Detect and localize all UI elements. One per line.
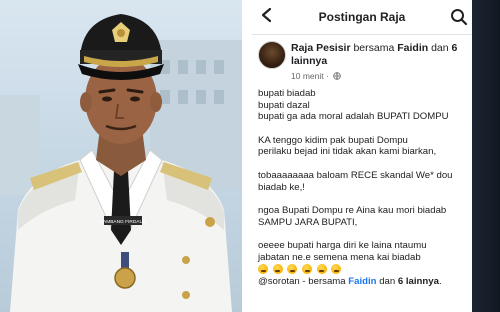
post-line: SAMPU JARA BUPATI, [258,216,358,228]
post-line: perilaku bejad ini tidak akan kami biark… [258,146,437,158]
post-paragraph-2: KA tenggo kidim pak bupati Dompu perilak… [258,135,472,158]
name-tag-text: BAMBANG FIRDAUS [100,219,146,225]
panel-divider [242,0,252,312]
page-title: Postingan Raja [318,10,406,24]
official-portrait-photo: BAMBANG FIRDAUS [0,0,242,312]
post-time[interactable]: 10 menit [291,71,324,81]
uniform-button-icon [205,217,215,227]
top-app-bar: Postingan Raja [252,0,472,35]
footer-others-link[interactable]: 6 lainnya [398,276,439,287]
post-meta: 10 menit · [291,71,341,81]
angry-face-emoji-icon [316,264,327,274]
angry-face-emoji-icon [331,264,342,274]
facebook-post-screen: Postingan Raja Raja Pesisir bersama Faid… [252,0,500,312]
author-name-link[interactable]: Raja Pesisir [291,42,351,54]
post-text: bupati biadab bupati dazal bupati ga ada… [258,88,472,287]
footer-separator: - bersama [299,275,349,287]
post-author-line: Raja Pesisir bersama Faidin dan 6 lainny… [291,42,469,68]
post-line: bupati ga ada moral adalah BUPATI DOMPU [258,111,449,123]
post-header: Raja Pesisir bersama Faidin dan 6 lainny… [252,36,472,86]
emoji-row [258,264,472,276]
search-icon [451,9,468,26]
angry-face-emoji-icon [258,264,268,274]
portrait-illustration: BAMBANG FIRDAUS [0,14,242,312]
angry-face-emoji-icon [302,264,313,274]
post-line: bupati dazal [258,99,310,111]
post-line: oeeee bupati harga diri ke laina ntaumu [258,240,427,252]
mention-link[interactable]: @sorotan [258,276,300,287]
post-line: bupati biadab [258,88,316,99]
and-word: dan [431,42,449,54]
post-footer-tagline: @sorotan - bersama Faidin dan 6 lainnya. [258,276,472,288]
author-avatar[interactable] [258,41,286,69]
search-button[interactable] [450,8,468,26]
medal-icon [114,267,136,289]
post-paragraph-5: oeeee bupati harga diri ke laina ntaumu … [258,240,472,287]
post-line: ngoa Bupati Dompu re Aina kau mori biada… [258,205,447,217]
angry-face-emoji-icon [272,264,283,274]
face [85,56,157,144]
post-paragraph-1: bupati biadab bupati dazal bupati ga ada… [258,88,472,123]
angry-face-emoji-icon [287,264,298,274]
footer-and: dan [376,275,398,287]
post-line: jabatan ne.e semena mena kai biadab [258,251,421,263]
tagged-user-link[interactable]: Faidin [397,42,428,54]
globe-icon [333,72,341,80]
post-line: tobaaaaaaaa baloam RECE skandal We* dou [258,169,453,181]
meta-dot: · [325,71,329,81]
post-paragraph-3: tobaaaaaaaa baloam RECE skandal We* dou … [258,170,472,193]
footer-end: . [438,275,442,287]
with-word: bersama [353,42,395,54]
post-line: biadab ke,! [258,181,305,193]
black-tie [111,170,131,245]
post-line: KA tenggo kidim pak bupati Dompu [258,134,408,146]
footer-tagged-link[interactable]: Faidin [348,276,376,287]
screenshot-dark-edge [472,0,500,312]
post-paragraph-4: ngoa Bupati Dompu re Aina kau mori biada… [258,205,472,228]
